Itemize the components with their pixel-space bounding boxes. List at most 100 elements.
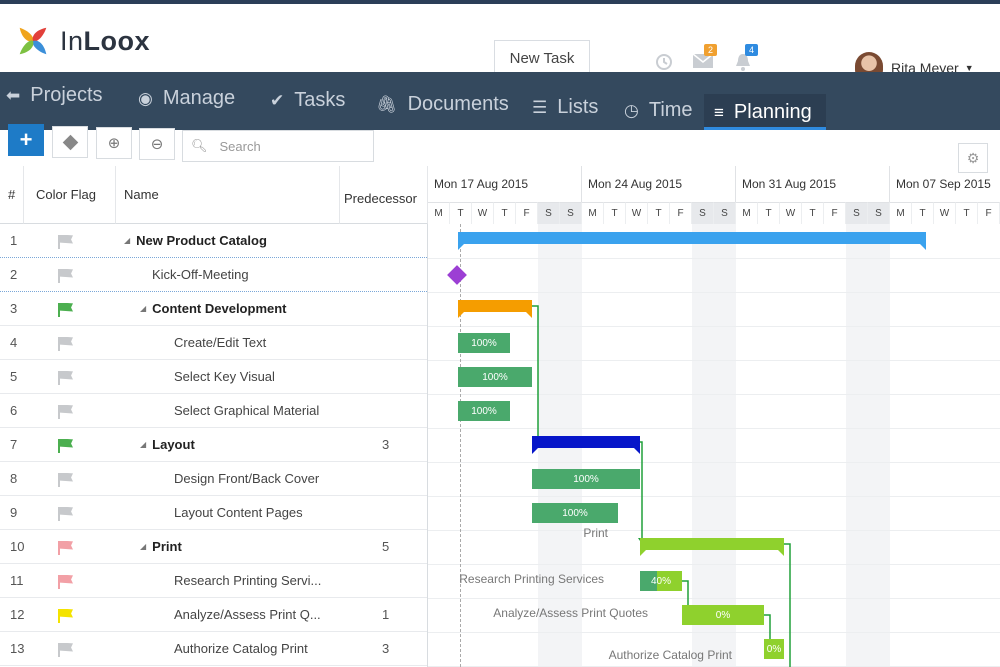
- search-input[interactable]: 🔍︎ Search: [182, 130, 374, 162]
- task-bar-select-key-visual[interactable]: 100%: [458, 367, 532, 387]
- analyze-label: Analyze/Assess Print Quotes: [493, 606, 648, 620]
- col-header-name[interactable]: Name: [116, 166, 340, 224]
- task-name[interactable]: ◢ Content Development: [120, 292, 335, 325]
- task-name[interactable]: Select Graphical Material: [120, 394, 335, 427]
- project-summary-bar[interactable]: [458, 232, 926, 244]
- col-header-predecessor[interactable]: Predecessor: [340, 166, 428, 224]
- task-name[interactable]: ◢ Print: [120, 530, 335, 563]
- row-number: 8: [10, 471, 18, 486]
- planning-icon: ≡: [714, 102, 724, 122]
- row-number: 12: [10, 607, 25, 622]
- task-name[interactable]: Create/Edit Text: [120, 326, 335, 359]
- flag-icon: [58, 642, 74, 657]
- table-row[interactable]: 8 Design Front/Back Cover: [0, 462, 427, 496]
- dependency-link: [784, 543, 791, 667]
- row-number: 3: [10, 301, 18, 316]
- table-row[interactable]: 6 Select Graphical Material: [0, 394, 427, 428]
- add-task-button[interactable]: +: [8, 124, 44, 156]
- flag-icon: [58, 438, 74, 453]
- predecessor-value: [382, 326, 412, 359]
- task-bar-analyze-quotes[interactable]: 0%: [682, 605, 764, 625]
- table-row[interactable]: 5 Select Key Visual: [0, 360, 427, 394]
- nav-planning[interactable]: ≡ Planning: [714, 101, 812, 124]
- print-summary-bar[interactable]: [640, 538, 784, 550]
- table-row[interactable]: 11 Research Printing Servi...: [0, 564, 427, 598]
- nav-projects[interactable]: ⬅ Projects: [6, 84, 103, 107]
- table-row[interactable]: 1 ◢ New Product Catalog: [0, 224, 427, 258]
- predecessor-value: [382, 292, 412, 325]
- task-bar-create-edit-text[interactable]: 100%: [458, 333, 510, 353]
- color-flag[interactable]: [58, 292, 78, 325]
- task-name[interactable]: Design Front/Back Cover: [120, 462, 335, 495]
- new-task-button[interactable]: New Task: [494, 40, 590, 76]
- check-icon: ✔: [270, 90, 285, 110]
- zoom-out-button[interactable]: ⊖: [139, 128, 175, 160]
- nav-tasks[interactable]: ✔ Tasks: [270, 89, 345, 112]
- inloox-logo[interactable]: InLoox: [14, 22, 150, 60]
- task-name[interactable]: Research Printing Servi...: [120, 564, 335, 597]
- color-flag[interactable]: [58, 360, 78, 393]
- nav-documents[interactable]: 🖇 Documents: [376, 93, 509, 116]
- col-header-color-flag[interactable]: Color Flag: [24, 166, 116, 224]
- color-flag[interactable]: [58, 530, 78, 563]
- color-flag[interactable]: [58, 462, 78, 495]
- arrow-left-icon: ⬅: [6, 85, 21, 105]
- task-name[interactable]: Select Key Visual: [120, 360, 335, 393]
- task-name[interactable]: Layout Content Pages: [120, 496, 335, 529]
- color-flag[interactable]: [58, 598, 78, 631]
- search-icon: 🔍︎: [191, 138, 208, 153]
- task-table: # Color Flag Name Predecessor 1 ◢ New Prod…: [0, 166, 428, 667]
- target-icon: ◉: [138, 88, 153, 108]
- task-bar-select-graphical-material[interactable]: 100%: [458, 401, 510, 421]
- add-milestone-button[interactable]: [52, 126, 88, 158]
- flag-icon: [58, 302, 74, 317]
- task-name[interactable]: ◢ New Product Catalog: [120, 224, 335, 257]
- nav-lists[interactable]: ☰ Lists: [532, 96, 598, 119]
- color-flag[interactable]: [58, 428, 78, 461]
- color-flag[interactable]: [58, 224, 78, 257]
- row-number: 5: [10, 369, 18, 384]
- collapse-caret-icon[interactable]: ◢: [140, 542, 146, 551]
- paperclip-icon: 🖇: [376, 94, 398, 114]
- row-number: 7: [10, 437, 18, 452]
- task-name[interactable]: Authorize Catalog Print: [120, 632, 335, 665]
- table-row[interactable]: 9 Layout Content Pages: [0, 496, 427, 530]
- table-row[interactable]: 13 Authorize Catalog Print 3: [0, 632, 427, 666]
- content-summary-bar-cap-right: [526, 312, 532, 318]
- predecessor-value: [382, 394, 412, 427]
- content-summary-bar[interactable]: [458, 300, 532, 312]
- table-row[interactable]: 4 Create/Edit Text: [0, 326, 427, 360]
- task-bar-layout-pages[interactable]: 100%: [532, 503, 618, 523]
- task-name[interactable]: Analyze/Assess Print Q...: [120, 598, 335, 631]
- table-row[interactable]: 7 ◢ Layout 3: [0, 428, 427, 462]
- color-flag[interactable]: [58, 394, 78, 427]
- color-flag[interactable]: [58, 632, 78, 665]
- task-bar-authorize-print[interactable]: 0%: [764, 639, 784, 659]
- task-bar-design-cover[interactable]: 100%: [532, 469, 640, 489]
- collapse-caret-icon[interactable]: ◢: [140, 440, 146, 449]
- row-number: 2: [10, 267, 18, 282]
- col-header-num[interactable]: #: [0, 166, 24, 224]
- zoom-in-button[interactable]: ⊕: [96, 127, 132, 159]
- clock-icon: ◷: [624, 100, 639, 120]
- task-name[interactable]: Kick-Off-Meeting: [120, 258, 335, 291]
- table-row[interactable]: 3 ◢ Content Development: [0, 292, 427, 326]
- color-flag[interactable]: [58, 258, 78, 291]
- table-row[interactable]: 2 Kick-Off-Meeting: [0, 258, 427, 292]
- main-nav: ⬅ Projects ◉ Manage ✔ Tasks 🖇 Documents ☰ Lis…: [0, 72, 1000, 130]
- nav-time[interactable]: ◷ Time: [624, 99, 693, 122]
- task-bar-research-printing[interactable]: 40%: [640, 571, 682, 591]
- collapse-caret-icon[interactable]: ◢: [124, 236, 130, 245]
- collapse-caret-icon[interactable]: ◢: [140, 304, 146, 313]
- task-name[interactable]: ◢ Layout: [120, 428, 335, 461]
- layout-summary-bar[interactable]: [532, 436, 640, 448]
- diamond-icon: [62, 134, 78, 150]
- table-row[interactable]: 10 ◢ Print 5: [0, 530, 427, 564]
- color-flag[interactable]: [58, 564, 78, 597]
- row-number: 6: [10, 403, 18, 418]
- table-row[interactable]: 12 Analyze/Assess Print Q... 1: [0, 598, 427, 632]
- nav-manage[interactable]: ◉ Manage: [138, 87, 235, 110]
- color-flag[interactable]: [58, 326, 78, 359]
- color-flag[interactable]: [58, 496, 78, 529]
- zoom-out-icon: ⊖: [150, 136, 164, 153]
